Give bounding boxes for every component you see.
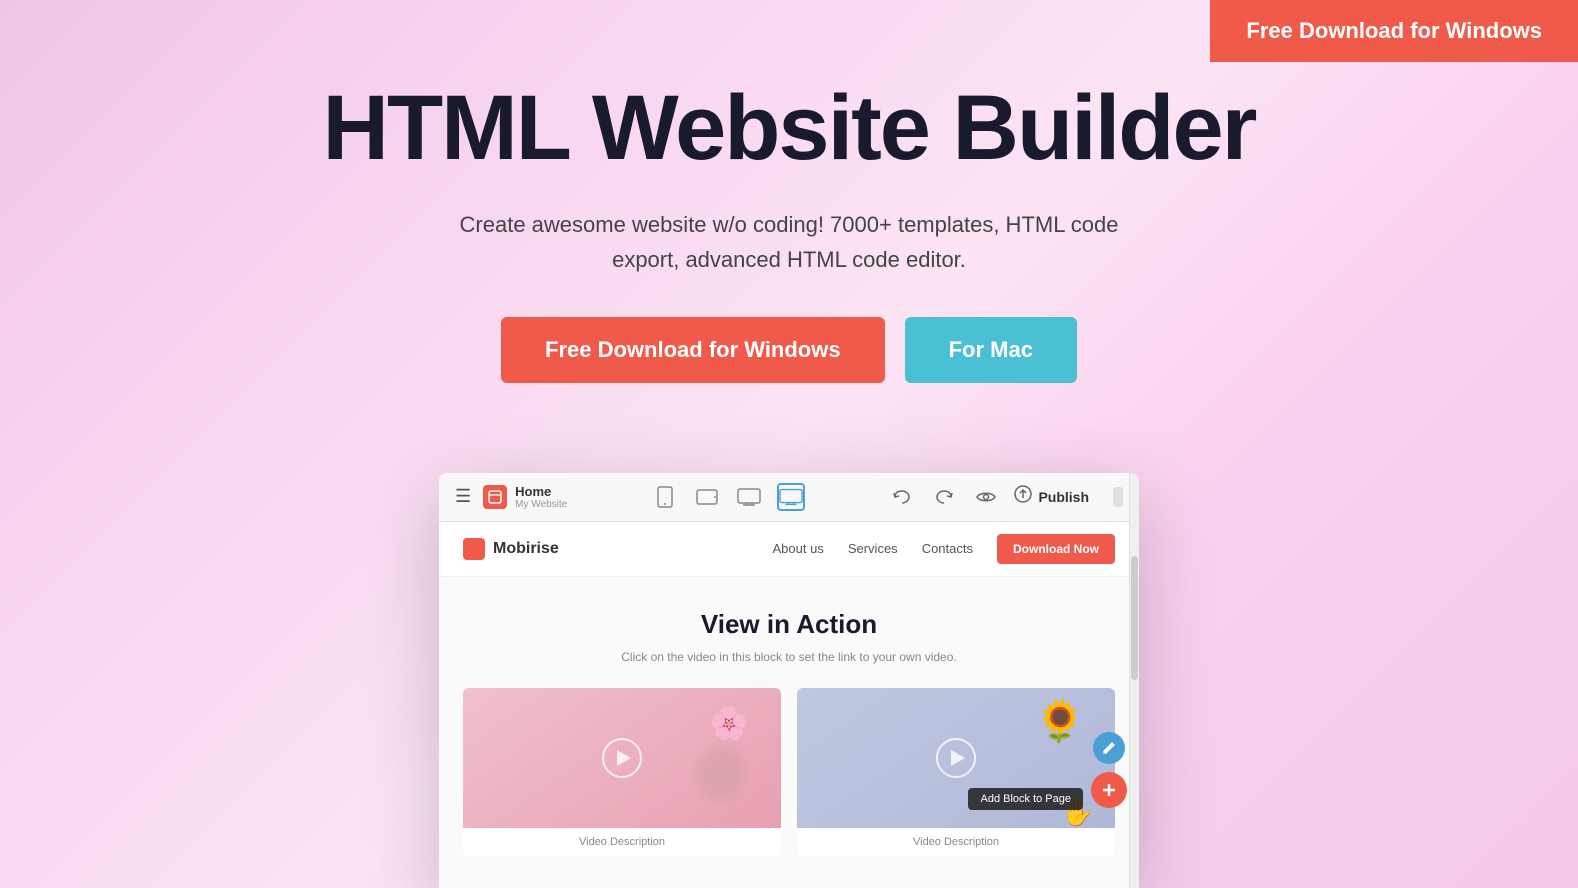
- sunflower-decoration-icon: 🌻: [1035, 698, 1085, 745]
- flower-decoration-icon: 🌸: [709, 704, 749, 742]
- cta-buttons: Free Download for Windows For Mac: [0, 317, 1578, 383]
- desktop-view-icon[interactable]: [777, 483, 805, 511]
- site-nav-cta-button[interactable]: Download Now: [997, 534, 1115, 564]
- play-triangle-2: [951, 750, 965, 766]
- toolbar-left: ☰ Home My Website: [455, 484, 567, 510]
- scrollbar-thumb: [1131, 556, 1138, 681]
- small-desktop-view-icon[interactable]: [735, 483, 763, 511]
- video-description-2: Video Description: [797, 828, 1115, 856]
- site-content-title: View in Action: [463, 609, 1115, 640]
- edit-fab-button[interactable]: [1093, 732, 1125, 764]
- preview-scrollbar[interactable]: [1129, 473, 1139, 888]
- video-card-1[interactable]: 🌸 Video Description: [463, 688, 781, 856]
- top-download-button[interactable]: Free Download for Windows: [1210, 0, 1578, 62]
- add-fab-button[interactable]: [1091, 772, 1127, 808]
- nav-link-contacts[interactable]: Contacts: [922, 541, 973, 556]
- site-navbar: Mobirise About us Services Contacts Down…: [439, 522, 1139, 577]
- undo-icon[interactable]: [888, 483, 916, 511]
- site-logo-icon: [463, 538, 485, 560]
- toolbar-right: Publish: [888, 483, 1089, 511]
- mobile-view-icon[interactable]: [651, 483, 679, 511]
- home-page-icon: [483, 485, 507, 509]
- video-grid: 🌸 Video Description 🌻 ✋ Video Descriptio…: [463, 688, 1115, 856]
- redo-icon[interactable]: [930, 483, 958, 511]
- play-button-2[interactable]: [936, 738, 976, 778]
- video-card-2[interactable]: 🌻 ✋ Video Description: [797, 688, 1115, 856]
- video-description-1: Video Description: [463, 828, 781, 856]
- publish-icon: [1014, 485, 1032, 508]
- add-block-tooltip: Add Block to Page: [968, 788, 1083, 810]
- app-preview-window: ☰ Home My Website: [439, 473, 1139, 888]
- play-button-1[interactable]: [602, 738, 642, 778]
- site-content-subtitle: Click on the video in this block to set …: [463, 650, 1115, 664]
- app-toolbar: ☰ Home My Website: [439, 473, 1139, 522]
- site-logo: Mobirise: [463, 538, 773, 560]
- publish-label: Publish: [1038, 489, 1089, 505]
- download-mac-button[interactable]: For Mac: [905, 317, 1077, 383]
- tablet-view-icon[interactable]: [693, 483, 721, 511]
- nav-link-services[interactable]: Services: [848, 541, 898, 556]
- publish-button[interactable]: Publish: [1014, 485, 1089, 508]
- home-page-label: Home My Website: [515, 484, 567, 510]
- hero-subtitle: Create awesome website w/o coding! 7000+…: [439, 207, 1139, 277]
- video-thumbnail-1: 🌸: [463, 688, 781, 828]
- toolbar-scroll-indicator: [1113, 487, 1123, 507]
- preview-icon[interactable]: [972, 483, 1000, 511]
- toolbar-view-icons: [583, 483, 872, 511]
- site-nav-links: About us Services Contacts Download Now: [773, 534, 1116, 564]
- site-content: View in Action Click on the video in thi…: [439, 577, 1139, 888]
- play-triangle-1: [617, 750, 631, 766]
- hero-title: HTML Website Builder: [0, 80, 1578, 177]
- hero-section: HTML Website Builder Create awesome webs…: [0, 0, 1578, 473]
- site-logo-label: Mobirise: [493, 540, 559, 558]
- floating-action-buttons: [1091, 732, 1127, 808]
- download-windows-button[interactable]: Free Download for Windows: [501, 317, 885, 383]
- home-nav-item[interactable]: Home My Website: [483, 484, 567, 510]
- nav-link-about[interactable]: About us: [773, 541, 824, 556]
- hamburger-icon[interactable]: ☰: [455, 486, 471, 507]
